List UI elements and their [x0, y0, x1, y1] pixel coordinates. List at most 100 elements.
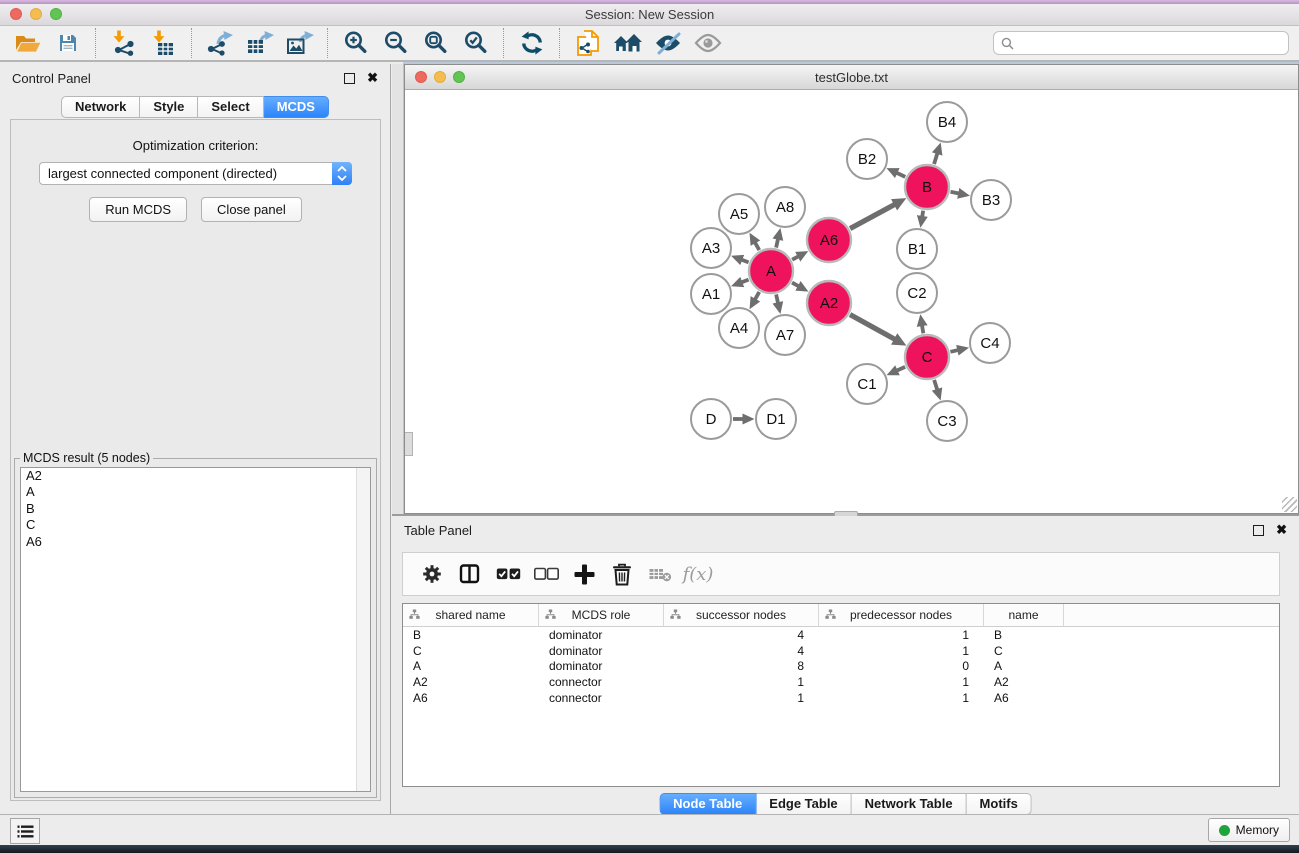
canvas-splitter-handle[interactable]	[405, 432, 413, 456]
graph-edge-B-B1[interactable]	[922, 211, 923, 218]
table-cell[interactable]: B	[984, 628, 1064, 642]
table-cell[interactable]: 1	[819, 675, 984, 689]
network-graph[interactable]: B4B2BB3A5A8A6B1A3AA1C2A2A4A7C4CC1DD1C3	[405, 90, 1298, 513]
graph-edge-B-B2[interactable]	[896, 173, 905, 177]
save-icon[interactable]	[48, 27, 88, 59]
table-cell[interactable]: 8	[664, 659, 819, 673]
zoom-in-icon[interactable]	[336, 27, 376, 59]
float-table-panel-icon[interactable]	[1253, 525, 1264, 536]
table-cell[interactable]: dominator	[539, 659, 664, 673]
graph-node-A8[interactable]: A8	[765, 187, 805, 227]
graph-edge-A-A2[interactable]	[792, 283, 799, 287]
mcds-result-item[interactable]: A6	[21, 534, 370, 550]
table-cell[interactable]: A2	[984, 675, 1064, 689]
table-cell[interactable]: 0	[819, 659, 984, 673]
table-cell[interactable]: 1	[664, 675, 819, 689]
graph-edge-A2-C[interactable]	[850, 315, 895, 340]
function-builder-icon[interactable]: f(x)	[679, 564, 717, 585]
node-table[interactable]: shared nameMCDS rolesuccessor nodesprede…	[402, 603, 1280, 787]
network-window-titlebar[interactable]: testGlobe.txt	[405, 65, 1298, 90]
run-mcds-button[interactable]: Run MCDS	[89, 197, 187, 222]
graph-node-B1[interactable]: B1	[897, 229, 937, 269]
graph-node-B[interactable]: B	[905, 165, 949, 209]
graph-edge-A-A6[interactable]	[792, 256, 799, 260]
show-all-icon[interactable]	[688, 27, 728, 59]
graph-node-C[interactable]: C	[905, 335, 949, 379]
close-network-window-icon[interactable]	[415, 71, 427, 83]
graph-node-C2[interactable]: C2	[897, 273, 937, 313]
table-row[interactable]: Cdominator41C	[403, 643, 1279, 659]
graph-node-C3[interactable]: C3	[927, 401, 967, 441]
graph-node-A[interactable]: A	[749, 249, 793, 293]
table-cell[interactable]: dominator	[539, 644, 664, 658]
column-header-MCDS-role[interactable]: MCDS role	[539, 604, 664, 626]
graph-node-A4[interactable]: A4	[719, 308, 759, 348]
column-header-predecessor-nodes[interactable]: predecessor nodes	[819, 604, 984, 626]
tab-select[interactable]: Select	[198, 96, 263, 118]
tab-mcds[interactable]: MCDS	[264, 96, 329, 118]
table-cell[interactable]: connector	[539, 691, 664, 705]
graph-edge-C-C2[interactable]	[922, 325, 923, 334]
mcds-result-item[interactable]: C	[21, 517, 370, 533]
column-header-successor-nodes[interactable]: successor nodes	[664, 604, 819, 626]
close-panel-button[interactable]: Close panel	[201, 197, 302, 222]
graph-node-A5[interactable]: A5	[719, 194, 759, 234]
graph-edge-A-A4[interactable]	[755, 292, 760, 300]
network-view-window[interactable]: testGlobe.txt B4B2BB3A5A8A6B1A3AA1C2A2A4…	[404, 64, 1299, 514]
search-box[interactable]	[993, 31, 1289, 55]
scrollbar-track[interactable]	[356, 468, 370, 791]
graph-edge-B-B4[interactable]	[934, 153, 938, 164]
open-folder-icon[interactable]	[8, 27, 48, 59]
criterion-select[interactable]: largest connected component (directed)	[39, 162, 352, 185]
graph-edge-C-C3[interactable]	[934, 380, 937, 391]
graph-edge-A6-B[interactable]	[850, 204, 895, 228]
table-cell[interactable]: 1	[819, 628, 984, 642]
table-cell[interactable]: C	[403, 644, 539, 658]
graph-edge-A-A8[interactable]	[776, 238, 778, 247]
graph-node-A7[interactable]: A7	[765, 315, 805, 355]
zoom-selected-icon[interactable]	[456, 27, 496, 59]
mcds-result-item[interactable]: A	[21, 484, 370, 500]
delete-column-icon[interactable]	[603, 563, 641, 586]
export-image-icon[interactable]	[280, 27, 320, 59]
mcds-result-item[interactable]: B	[21, 501, 370, 517]
graph-edge-C-C1[interactable]	[896, 367, 905, 371]
import-table-icon[interactable]	[144, 27, 184, 59]
tab-network-table[interactable]: Network Table	[852, 793, 967, 815]
add-column-icon[interactable]	[565, 564, 603, 585]
search-input[interactable]	[1019, 35, 1281, 51]
table-cell[interactable]: 4	[664, 644, 819, 658]
minimize-network-window-icon[interactable]	[434, 71, 446, 83]
tab-node-table[interactable]: Node Table	[659, 793, 756, 815]
tab-network[interactable]: Network	[61, 96, 140, 118]
delete-table-icon[interactable]	[641, 566, 679, 582]
graph-node-A1[interactable]: A1	[691, 274, 731, 314]
deselect-all-icon[interactable]	[527, 567, 565, 581]
import-network-icon[interactable]	[104, 27, 144, 59]
column-header-shared-name[interactable]: shared name	[403, 604, 539, 626]
columns-icon[interactable]	[451, 563, 489, 585]
graph-node-A6[interactable]: A6	[807, 218, 851, 262]
tab-edge-table[interactable]: Edge Table	[756, 793, 851, 815]
graph-node-A2[interactable]: A2	[807, 281, 851, 325]
graph-edge-A-A5[interactable]	[755, 242, 760, 250]
graph-node-B2[interactable]: B2	[847, 139, 887, 179]
hide-selected-icon[interactable]	[648, 27, 688, 59]
refresh-icon[interactable]	[512, 27, 552, 59]
table-cell[interactable]: 1	[664, 691, 819, 705]
table-row[interactable]: Adominator80A	[403, 658, 1279, 674]
table-cell[interactable]: A6	[403, 691, 539, 705]
graph-node-D[interactable]: D	[691, 399, 731, 439]
network-canvas[interactable]: B4B2BB3A5A8A6B1A3AA1C2A2A4A7C4CC1DD1C3	[405, 90, 1298, 513]
graph-node-B4[interactable]: B4	[927, 102, 967, 142]
graph-edge-A-A1[interactable]	[741, 280, 749, 283]
graph-node-C1[interactable]: C1	[847, 364, 887, 404]
close-table-panel-icon[interactable]: ✖	[1276, 525, 1287, 535]
mcds-result-list[interactable]: A2ABCA6	[20, 467, 371, 792]
table-cell[interactable]: A	[403, 659, 539, 673]
task-history-button[interactable]	[10, 818, 40, 844]
table-cell[interactable]: C	[984, 644, 1064, 658]
table-cell[interactable]: 1	[819, 691, 984, 705]
memory-button[interactable]: Memory	[1208, 818, 1290, 842]
export-table-icon[interactable]	[240, 27, 280, 59]
